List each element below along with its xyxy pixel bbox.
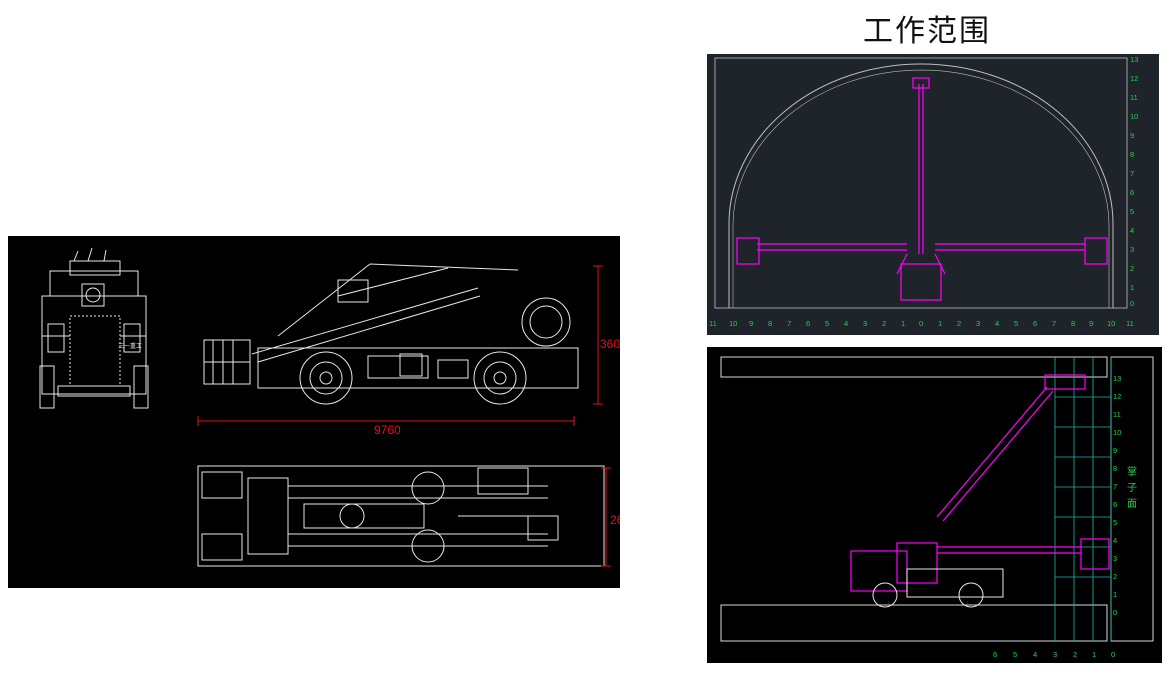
svg-text:12: 12	[1130, 74, 1138, 83]
svg-text:3: 3	[1053, 650, 1057, 659]
svg-text:7: 7	[1052, 319, 1056, 328]
svg-text:0: 0	[1111, 650, 1115, 659]
svg-text:9: 9	[1130, 131, 1134, 140]
width-dimension: 2600	[610, 513, 620, 527]
front-bottom-axis: 11 10 9 8 7 6 5 4 3 2 1 0 1 2 3 4 5 6 7 …	[709, 319, 1134, 328]
svg-text:8: 8	[768, 319, 772, 328]
svg-text:0: 0	[1130, 299, 1134, 308]
svg-text:1: 1	[901, 319, 905, 328]
svg-text:7: 7	[787, 319, 791, 328]
svg-text:11: 11	[709, 319, 717, 328]
svg-text:11: 11	[1126, 319, 1134, 328]
svg-text:9: 9	[749, 319, 753, 328]
svg-text:10: 10	[1107, 319, 1115, 328]
svg-text:1: 1	[1092, 650, 1096, 659]
svg-text:2: 2	[1113, 572, 1117, 581]
svg-text:4: 4	[1113, 536, 1117, 545]
side-machine-body	[872, 568, 1004, 608]
side-grid	[1054, 357, 1112, 641]
svg-text:13: 13	[1113, 374, 1121, 383]
svg-text:9: 9	[1113, 446, 1117, 455]
top-view	[197, 465, 605, 567]
svg-text:7: 7	[1113, 482, 1117, 491]
svg-text:4: 4	[1033, 650, 1037, 659]
front-working-range-panel: 13 12 11 10 9 8 7 6 5 4 3 2 1 0 11 10 9 …	[707, 54, 1159, 335]
length-dimension: 9760	[374, 423, 401, 437]
svg-text:6: 6	[1130, 188, 1134, 197]
side-view	[203, 263, 579, 405]
svg-text:4: 4	[995, 319, 999, 328]
svg-text:0: 0	[1113, 608, 1117, 617]
front-view	[39, 247, 149, 409]
svg-text:1: 1	[1130, 283, 1134, 292]
svg-text:12: 12	[1113, 392, 1121, 401]
front-boom-machine	[736, 77, 1108, 301]
svg-text:6: 6	[1033, 319, 1037, 328]
svg-text:7: 7	[1130, 169, 1134, 178]
svg-text:10: 10	[1113, 428, 1121, 437]
svg-text:2: 2	[1130, 264, 1134, 273]
machine-drawing-panel: 9760 3600 2600 三一重工	[8, 236, 620, 588]
svg-text:5: 5	[825, 319, 829, 328]
svg-text:2: 2	[1073, 650, 1077, 659]
svg-text:面: 面	[1127, 499, 1137, 510]
svg-text:4: 4	[1130, 226, 1134, 235]
svg-text:3: 3	[1113, 554, 1117, 563]
side-bottom-axis: 6 5 4 3 2 1 0	[993, 650, 1115, 659]
front-view-badge: 三一重工	[118, 342, 142, 350]
front-working-range: 13 12 11 10 9 8 7 6 5 4 3 2 1 0 11 10 9 …	[709, 55, 1138, 328]
svg-text:5: 5	[1113, 518, 1117, 527]
machine-drawing: 9760 3600 2600 三一重工	[39, 247, 620, 567]
svg-text:5: 5	[1130, 207, 1134, 216]
svg-text:8: 8	[1071, 319, 1075, 328]
svg-text:子: 子	[1127, 482, 1137, 494]
svg-text:11: 11	[1113, 410, 1121, 419]
svg-text:13: 13	[1130, 55, 1138, 64]
svg-text:8: 8	[1113, 464, 1117, 473]
svg-text:3: 3	[1130, 245, 1134, 254]
svg-text:掌: 掌	[1127, 466, 1137, 478]
svg-text:0: 0	[919, 319, 923, 328]
svg-text:9: 9	[1089, 319, 1093, 328]
svg-text:10: 10	[1130, 112, 1138, 121]
svg-text:6: 6	[806, 319, 810, 328]
svg-text:11: 11	[1130, 93, 1138, 102]
svg-text:5: 5	[1014, 319, 1018, 328]
page-title: 工作范围	[863, 14, 991, 49]
svg-text:2: 2	[882, 319, 886, 328]
side-boom-machine	[850, 374, 1110, 592]
svg-text:5: 5	[1013, 650, 1017, 659]
svg-text:1: 1	[1113, 590, 1117, 599]
svg-text:2: 2	[957, 319, 961, 328]
svg-text:1: 1	[938, 319, 942, 328]
side-working-range-panel: 13 12 11 10 9 8 7 6 5 4 3 2 1 0 6 5 4 3 …	[707, 347, 1162, 663]
svg-text:6: 6	[1113, 500, 1117, 509]
height-dimension: 3600	[600, 337, 620, 351]
svg-text:4: 4	[844, 319, 848, 328]
svg-text:3: 3	[863, 319, 867, 328]
front-right-axis: 13 12 11 10 9 8 7 6 5 4 3 2 1 0	[1130, 55, 1138, 308]
svg-text:6: 6	[993, 650, 997, 659]
svg-text:8: 8	[1130, 150, 1134, 159]
side-working-range: 13 12 11 10 9 8 7 6 5 4 3 2 1 0 6 5 4 3 …	[720, 356, 1154, 659]
side-right-axis: 13 12 11 10 9 8 7 6 5 4 3 2 1 0	[1113, 374, 1121, 617]
tunnel-face-label: 掌 子 面	[1127, 466, 1137, 510]
svg-text:3: 3	[976, 319, 980, 328]
svg-text:10: 10	[729, 319, 737, 328]
